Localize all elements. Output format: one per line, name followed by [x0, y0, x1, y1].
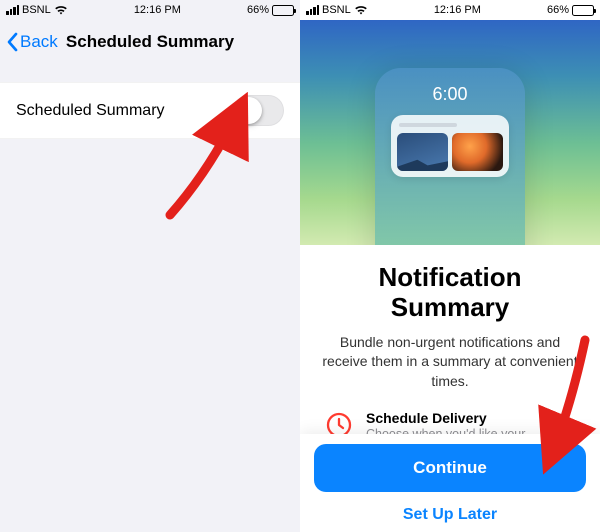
- wifi-icon: [54, 5, 68, 15]
- signal-icon: [306, 5, 319, 15]
- phone-mockup: 6:00: [375, 68, 525, 245]
- nav-bar: Back Scheduled Summary: [0, 20, 300, 64]
- mock-lockscreen-time: 6:00: [432, 84, 467, 105]
- status-time: 12:16 PM: [134, 4, 181, 16]
- settings-screen: BSNL 12:16 PM 66% Back Scheduled Summary…: [0, 0, 300, 532]
- battery-pct: 66%: [547, 4, 569, 16]
- onboarding-content: Notification Summary Bundle non-urgent n…: [300, 245, 600, 459]
- row-label: Scheduled Summary: [16, 102, 165, 120]
- back-button[interactable]: Back: [0, 32, 58, 52]
- back-label: Back: [20, 32, 58, 52]
- battery-pct: 66%: [247, 4, 269, 16]
- carrier-label: BSNL: [22, 4, 51, 16]
- scheduled-summary-row: Scheduled Summary: [0, 82, 300, 139]
- wifi-icon: [354, 5, 368, 15]
- battery-icon: [272, 5, 294, 16]
- onboarding-heading: Notification Summary: [322, 263, 578, 323]
- onboarding-body: Bundle non-urgent notifications and rece…: [322, 333, 578, 392]
- continue-button[interactable]: Continue: [314, 444, 586, 492]
- signal-icon: [6, 5, 19, 15]
- carrier-label: BSNL: [322, 4, 351, 16]
- hero-illustration: 6:00: [300, 20, 600, 245]
- onboarding-screen: BSNL 12:16 PM 66% 6:00 Notification Summ…: [300, 0, 600, 532]
- bottom-button-bar: Continue Set Up Later: [300, 434, 600, 532]
- set-up-later-button[interactable]: Set Up Later: [314, 500, 586, 526]
- status-bar: BSNL 12:16 PM 66%: [300, 0, 600, 20]
- scheduled-summary-toggle[interactable]: [233, 95, 284, 126]
- feature-title: Schedule Delivery: [366, 410, 576, 426]
- summary-card-mock: [391, 115, 509, 177]
- status-bar: BSNL 12:16 PM 66%: [0, 0, 300, 20]
- chevron-left-icon: [6, 32, 18, 52]
- status-time: 12:16 PM: [434, 4, 481, 16]
- battery-icon: [572, 5, 594, 16]
